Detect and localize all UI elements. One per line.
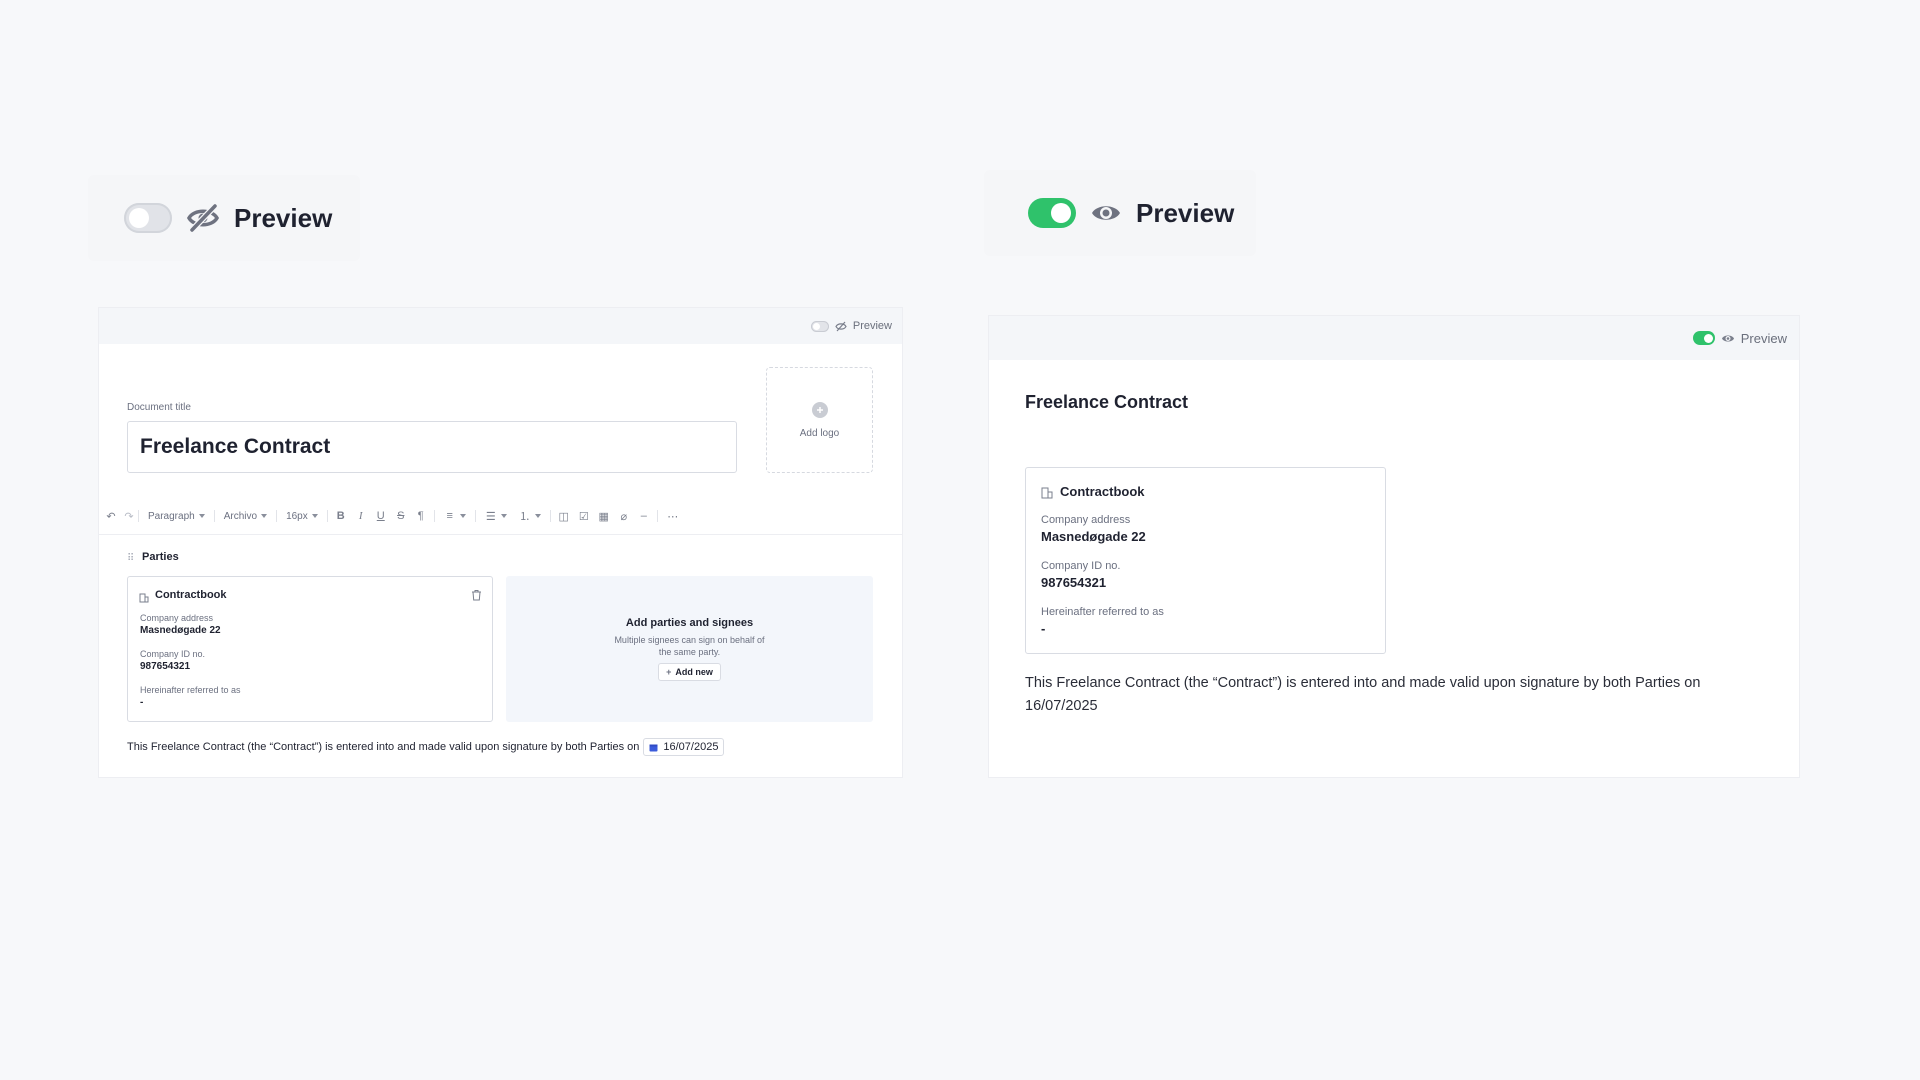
add-parties-title: Add parties and signees [625, 617, 754, 629]
align-dropdown[interactable]: ≡ [438, 510, 472, 522]
toolbar-divider [99, 534, 902, 535]
divider-icon[interactable]: – [638, 510, 650, 522]
checkbox-icon[interactable]: ☑ [578, 510, 590, 523]
document-title-input[interactable]: Freelance Contract [127, 421, 737, 473]
strikethrough-icon[interactable]: S [395, 510, 407, 522]
table-icon[interactable]: ▦ [598, 510, 610, 523]
referred-as-label: Hereinafter referred to as [1041, 606, 1164, 618]
preview-mini-toggle[interactable] [1692, 331, 1715, 345]
preview-toggle-switch-off[interactable] [124, 203, 172, 233]
party-name: Contractbook [155, 589, 227, 601]
bullet-list-icon: ☰ [485, 510, 496, 523]
undo-icon[interactable]: ↶ [105, 510, 117, 523]
date-chip[interactable]: 16/07/2025 [643, 738, 725, 756]
pilcrow-icon[interactable]: ¶ [415, 510, 427, 522]
calendar-icon [649, 743, 658, 752]
add-logo-label: Add logo [799, 427, 840, 439]
section-label: Parties [142, 551, 179, 563]
building-icon [1041, 486, 1053, 504]
referred-as-value: - [1041, 621, 1046, 636]
formatting-toolbar: ↶ ↷ Paragraph Archivo 16px B I U S ¶ ≡ ☰… [105, 508, 685, 524]
body-line-1: This Freelance Contract (the “Contract”)… [1025, 675, 1701, 691]
editor-panel-header: Preview [99, 308, 902, 344]
company-address-value: Masnedøgade 22 [1041, 529, 1146, 544]
eye-icon [1090, 201, 1122, 225]
party-card: Contractbook Company address Masnedøgade… [1025, 467, 1386, 654]
add-logo-button[interactable]: Add logo [766, 367, 873, 473]
more-icon[interactable]: ⋯ [667, 510, 679, 523]
document-title-label: Document title [127, 402, 191, 413]
eye-icon [1721, 333, 1735, 344]
redo-icon[interactable]: ↷ [123, 510, 135, 523]
body-text: This Freelance Contract (the “Contract”)… [127, 741, 640, 753]
font-family-dropdown[interactable]: Archivo [218, 511, 273, 522]
company-address-value: Masnedøgade 22 [140, 625, 221, 636]
preview-label: Preview [234, 202, 333, 233]
plus-icon: + [666, 667, 672, 677]
add-new-button[interactable]: + Add new [658, 663, 721, 681]
preview-panel: Preview Freelance Contract Contractbook … [989, 316, 1799, 777]
underline-icon[interactable]: U [375, 510, 387, 522]
numbered-list-dropdown[interactable]: ⒈ [513, 510, 547, 523]
drag-handle-icon[interactable]: ⠿ [127, 553, 134, 564]
italic-icon[interactable]: I [355, 510, 367, 522]
preview-toggle-on-demo: Preview [984, 170, 1256, 256]
preview-label: Preview [1136, 197, 1235, 228]
company-id-value: 987654321 [1041, 575, 1107, 590]
add-parties-desc-line2: the same party. [658, 647, 721, 657]
preview-mini-toggle[interactable] [810, 320, 829, 332]
party-name: Contractbook [1060, 484, 1145, 499]
contract-title: Freelance Contract [1025, 392, 1189, 412]
preview-toggle-off-demo: Preview [88, 175, 360, 261]
company-address-label: Company address [1041, 514, 1131, 526]
preview-label: Preview [852, 320, 892, 332]
body-line-2: 16/07/2025 [1025, 698, 1098, 714]
building-icon [139, 590, 149, 608]
columns-icon[interactable]: ◫ [558, 510, 570, 523]
party-card[interactable]: Contractbook Company address Masnedøgade… [127, 576, 493, 722]
font-size-dropdown[interactable]: 16px [280, 511, 324, 522]
plus-icon [811, 401, 828, 418]
referred-as-value: - [140, 697, 144, 708]
referred-as-label: Hereinafter referred to as [140, 685, 241, 695]
eye-off-icon [186, 203, 220, 233]
numbered-list-icon: ⒈ [519, 511, 531, 523]
contract-body-text: This Freelance Contract (the “Contract”)… [127, 738, 725, 756]
editor-panel: Preview Document title Freelance Contrac… [99, 308, 902, 777]
date-value: 16/07/2025 [663, 741, 719, 753]
bold-icon[interactable]: B [335, 510, 347, 522]
block-type-dropdown[interactable]: Paragraph [142, 511, 211, 522]
preview-panel-header: Preview [989, 316, 1799, 360]
company-id-label: Company ID no. [1041, 560, 1121, 572]
align-left-icon: ≡ [446, 510, 453, 522]
contract-body-text: This Freelance Contract (the “Contract”)… [1025, 672, 1765, 718]
eye-off-icon [835, 321, 847, 332]
bullet-list-dropdown[interactable]: ☰ [479, 510, 513, 523]
add-parties-panel: Add parties and signees Multiple signees… [506, 576, 873, 722]
preview-label: Preview [1740, 330, 1787, 346]
company-id-value: 987654321 [140, 661, 191, 672]
company-id-label: Company ID no. [140, 649, 206, 659]
trash-icon[interactable] [471, 588, 482, 606]
preview-toggle-switch-on[interactable] [1028, 198, 1076, 228]
add-parties-desc-line1: Multiple signees can sign on behalf of [614, 635, 765, 645]
attachment-icon[interactable]: ⌀ [618, 510, 630, 523]
company-address-label: Company address [140, 613, 214, 623]
